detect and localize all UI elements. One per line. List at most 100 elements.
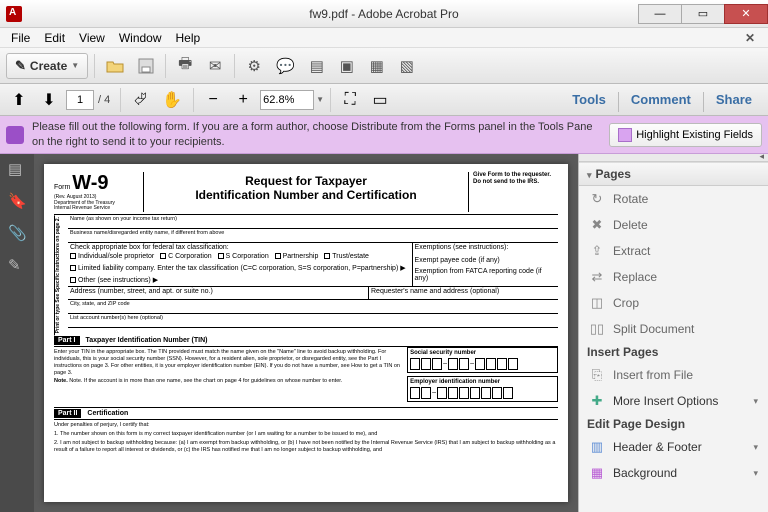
zoom-out-button[interactable]: − xyxy=(200,87,226,113)
minimize-button[interactable]: — xyxy=(638,4,682,24)
part2-header: Part II xyxy=(54,409,81,418)
email-button[interactable]: ✉ xyxy=(202,53,228,79)
highlight-fields-button[interactable]: Highlight Existing Fields xyxy=(609,123,762,147)
menu-file[interactable]: File xyxy=(4,31,37,45)
tool-button-2[interactable]: ▣ xyxy=(334,53,360,79)
ssn-label: Social security number xyxy=(410,350,555,356)
crop-label: Crop xyxy=(613,296,639,310)
part2-intro: Under penalties of perjury, I certify th… xyxy=(54,422,558,429)
pages-section[interactable]: Pages xyxy=(579,162,768,186)
part2-title: Certification xyxy=(87,410,128,417)
print-icon: 🖶 xyxy=(178,53,192,78)
form-notice-bar: Please fill out the following form. If y… xyxy=(0,116,768,154)
nav-toolbar: ⬆ ⬇ / 4 ⮰ ✋ − + ▼ ⛶ ▭ Tools Comment Shar… xyxy=(0,84,768,116)
background-icon: ▦ xyxy=(589,465,605,481)
field-account: List account number(s) here (optional) xyxy=(68,314,558,328)
fit-width-button[interactable]: ⛶ xyxy=(337,87,363,113)
document-viewport[interactable]: Form W-9 (Rev. August 2013) Department o… xyxy=(34,154,578,512)
form-irs: Internal Revenue Service xyxy=(54,206,139,212)
attachments-tab[interactable]: 📎 xyxy=(8,224,26,242)
open-button[interactable] xyxy=(101,53,129,79)
hand-icon: ✋ xyxy=(162,90,182,110)
delete-item[interactable]: ✖Delete xyxy=(579,212,768,238)
gear-icon: ⚙ xyxy=(247,57,260,75)
form-notice-text: Please fill out the following form. If y… xyxy=(32,120,601,149)
page-total: / 4 xyxy=(98,94,110,106)
tool-button-4[interactable]: ▧ xyxy=(394,53,420,79)
chk-scorp: S Corporation xyxy=(226,253,269,260)
insert-file-item[interactable]: ⎘Insert from File xyxy=(579,362,768,388)
comment-panel-link[interactable]: Comment xyxy=(621,88,701,112)
menu-view[interactable]: View xyxy=(72,31,112,45)
extract-item[interactable]: ⇪Extract xyxy=(579,238,768,264)
hand-tool[interactable]: ✋ xyxy=(157,87,187,113)
menu-help[interactable]: Help xyxy=(169,31,208,45)
pane-collapse[interactable] xyxy=(579,154,768,162)
read-mode-button[interactable]: ▭ xyxy=(367,87,393,113)
part1-text: Enter your TIN in the appropriate box. T… xyxy=(54,349,401,377)
page-icon: ▤ xyxy=(310,57,324,75)
part1-note: Note. If the account is in more than one… xyxy=(69,378,342,384)
chk-other: Other (see instructions) ▶ xyxy=(78,277,158,284)
window-controls: — ▭ ✕ xyxy=(639,4,768,24)
menubar: File Edit View Window Help ✕ xyxy=(0,28,768,48)
chk-llc: Limited liability company. Enter the tax… xyxy=(78,265,406,272)
titlebar: fw9.pdf - Adobe Acrobat Pro — ▭ ✕ xyxy=(0,0,768,28)
create-button[interactable]: ✎ Create ▼ xyxy=(6,53,88,79)
thumbnails-tab[interactable]: ▤ xyxy=(8,160,26,178)
settings-button[interactable]: ⚙ xyxy=(241,53,267,79)
chevron-down-icon: ▾ xyxy=(753,468,758,479)
zoom-in-button[interactable]: + xyxy=(230,87,256,113)
background-item[interactable]: ▦ Background ▾ xyxy=(579,460,768,486)
highlight-label: Highlight Existing Fields xyxy=(636,129,753,141)
arrow-down-icon: ⬇ xyxy=(42,90,55,110)
page-number-input[interactable] xyxy=(66,90,94,110)
ein-label: Employer identification number xyxy=(410,379,555,385)
tool-button-1[interactable]: ▤ xyxy=(304,53,330,79)
crop-item[interactable]: ◫Crop xyxy=(579,290,768,316)
tools-panel-link[interactable]: Tools xyxy=(562,88,616,112)
tools-pane: Pages ↻Rotate ✖Delete ⇪Extract ⇄Replace … xyxy=(578,154,768,512)
zoom-select[interactable] xyxy=(260,90,314,110)
part2-item2: 2. I am not subject to backup withholdin… xyxy=(54,440,558,454)
exempt-payee: Exempt payee code (if any) xyxy=(415,257,556,264)
arrow-up-icon: ⬆ xyxy=(12,90,25,110)
extract-label: Extract xyxy=(613,244,650,258)
comment-tool-button[interactable]: 💬 xyxy=(271,53,300,79)
prev-page-button[interactable]: ⬆ xyxy=(6,87,32,113)
delete-label: Delete xyxy=(613,218,648,232)
edit-design-section: Edit Page Design xyxy=(579,414,768,434)
signatures-tab[interactable]: ✎ xyxy=(8,256,26,274)
folder-open-icon xyxy=(106,59,124,73)
close-doc-button[interactable]: ✕ xyxy=(738,31,762,45)
create-icon: ✎ xyxy=(15,58,26,74)
select-tool[interactable]: ⮰ xyxy=(127,87,153,113)
close-button[interactable]: ✕ xyxy=(724,4,768,24)
field-requester: Requester's name and address (optional) xyxy=(369,287,558,299)
menu-window[interactable]: Window xyxy=(112,31,169,45)
header-footer-item[interactable]: ▥Header & Footer▾ xyxy=(579,434,768,460)
speech-icon: 💬 xyxy=(276,57,295,75)
next-page-button[interactable]: ⬇ xyxy=(36,87,62,113)
rotate-item[interactable]: ↻Rotate xyxy=(579,186,768,212)
tool-button-3[interactable]: ▦ xyxy=(364,53,390,79)
more-insert-icon: ✚ xyxy=(589,393,605,409)
share-panel-link[interactable]: Share xyxy=(706,88,762,112)
field-name: Name (as shown on your income tax return… xyxy=(68,215,558,229)
replace-item[interactable]: ⇄Replace xyxy=(579,264,768,290)
background-label: Background xyxy=(613,466,677,480)
more-insert-item[interactable]: ✚More Insert Options▾ xyxy=(579,388,768,414)
split-item[interactable]: ▯▯Split Document xyxy=(579,316,768,342)
save-button[interactable] xyxy=(133,53,159,79)
chevron-down-icon: ▾ xyxy=(753,442,758,453)
maximize-button[interactable]: ▭ xyxy=(681,4,725,24)
stamp-icon: ▣ xyxy=(340,57,354,75)
note-label: Note. xyxy=(54,378,68,384)
plus-icon: + xyxy=(238,91,247,109)
highlight-icon xyxy=(618,128,632,142)
menu-edit[interactable]: Edit xyxy=(37,31,72,45)
print-button[interactable]: 🖶 xyxy=(172,53,198,79)
bookmarks-tab[interactable]: 🔖 xyxy=(8,192,26,210)
chk-ccorp: C Corporation xyxy=(168,253,212,260)
exempt-fatca: Exemption from FATCA reporting code (if … xyxy=(415,268,556,282)
